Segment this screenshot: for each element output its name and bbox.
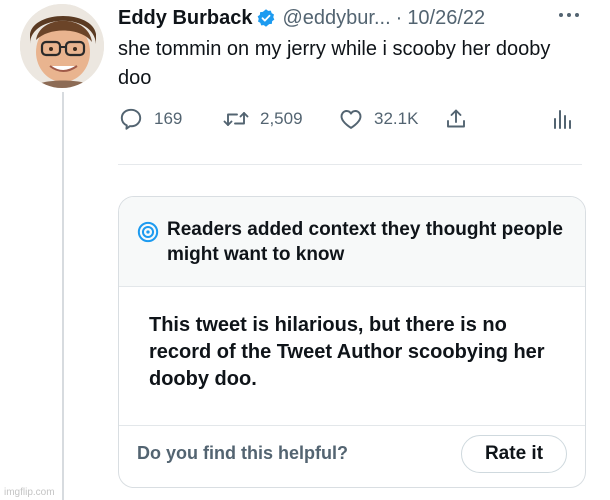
community-note-card: Readers added context they thought peopl… xyxy=(118,196,586,488)
tweet-text: she tommin on my jerry while i scooby he… xyxy=(118,38,551,89)
author-name[interactable]: Eddy Burback xyxy=(118,7,252,30)
watermark-text: imgflip.com xyxy=(4,487,55,498)
reply-button[interactable]: 169 xyxy=(118,104,182,134)
verified-badge-icon xyxy=(256,8,276,28)
community-note-title: Readers added context they thought peopl… xyxy=(167,219,563,265)
like-icon xyxy=(338,106,364,132)
tweet-header: Eddy Burback @eddybur... · 10/26/22 xyxy=(118,5,485,31)
reply-icon xyxy=(118,106,144,132)
analytics-button[interactable] xyxy=(550,104,574,134)
community-note-body: This tweet is hilarious, but there is no… xyxy=(149,314,545,390)
community-note-header: Readers added context they thought peopl… xyxy=(119,197,585,287)
retweet-count: 2,509 xyxy=(260,109,303,128)
tweet-divider xyxy=(118,164,582,165)
tweet-date[interactable]: 10/26/22 xyxy=(407,7,485,30)
rate-it-button[interactable]: Rate it xyxy=(461,435,567,473)
share-icon xyxy=(444,106,468,132)
community-notes-icon xyxy=(137,221,159,248)
header-separator: · xyxy=(395,6,403,29)
author-handle[interactable]: @eddybur... xyxy=(282,7,390,30)
retweet-icon xyxy=(222,106,250,132)
more-dots-icon[interactable] xyxy=(556,6,582,24)
analytics-icon xyxy=(550,106,574,132)
like-button[interactable]: 32.1K xyxy=(338,104,418,134)
avatar-image xyxy=(20,4,104,88)
share-button[interactable] xyxy=(444,104,468,134)
avatar[interactable] xyxy=(20,4,104,88)
card-divider xyxy=(119,425,585,426)
retweet-button[interactable]: 2,509 xyxy=(222,104,303,134)
reply-count: 169 xyxy=(154,109,183,128)
action-bar: 169 2,509 32.1K xyxy=(118,104,582,134)
thread-line xyxy=(62,92,64,500)
like-count: 32.1K xyxy=(374,109,419,128)
helpful-question: Do you find this helpful? xyxy=(137,443,348,463)
